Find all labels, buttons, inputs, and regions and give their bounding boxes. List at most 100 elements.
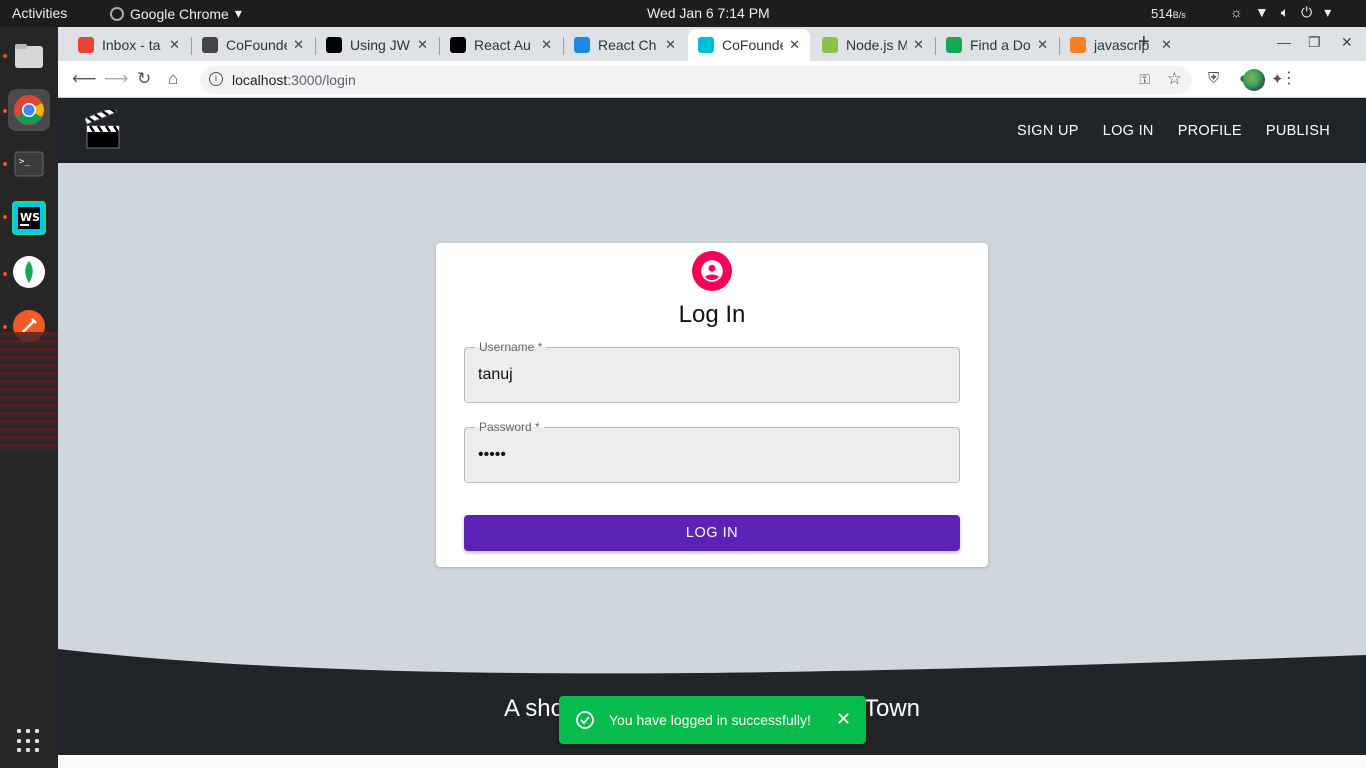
tab-label: CoFounde <box>722 37 784 53</box>
running-indicator <box>3 162 7 166</box>
close-icon[interactable]: ✕ <box>836 709 851 730</box>
minimize-button[interactable]: — <box>1277 34 1291 50</box>
nav-publish-link[interactable]: PUBLISH <box>1266 123 1330 139</box>
tab-close-icon[interactable]: ✕ <box>1161 37 1172 53</box>
app-navbar: SIGN UP LOG IN PROFILE PUBLISH <box>58 98 1366 163</box>
tab-label: React Au <box>474 37 531 53</box>
stackoverflow-icon <box>1070 37 1086 53</box>
react-icon <box>698 37 714 53</box>
terminal-icon[interactable]: >_ <box>8 143 50 185</box>
site-info-icon[interactable]: i <box>209 72 223 86</box>
url-text[interactable]: localhost:3000/login <box>232 72 356 88</box>
browser-tab[interactable]: Find a Do ✕ <box>936 29 1058 61</box>
tab-close-icon[interactable]: ✕ <box>665 37 676 53</box>
browser-tab[interactable]: javascrip ✕ <box>1060 29 1182 61</box>
medium-icon <box>450 37 466 53</box>
restore-button[interactable]: ❐ <box>1308 34 1321 51</box>
nav-login-link[interactable]: LOG IN <box>1103 123 1154 139</box>
net-speed: 514B/s <box>1151 6 1186 21</box>
login-card: Log In Username * Password * LOG IN <box>436 243 988 567</box>
chrome-icon[interactable] <box>8 89 50 131</box>
tab-close-icon[interactable]: ✕ <box>789 37 800 53</box>
browser-tab[interactable]: React Ch ✕ <box>564 29 686 61</box>
avatar <box>692 251 732 291</box>
running-indicator <box>3 109 7 113</box>
shield-extension-icon[interactable]: ⛨ <box>1208 70 1219 87</box>
username-label: Username * <box>475 340 547 354</box>
nav-signup-link[interactable]: SIGN UP <box>1017 123 1079 139</box>
caret-down-icon: ▾ <box>234 5 242 21</box>
tab-close-icon[interactable]: ✕ <box>1037 37 1048 53</box>
browser-tab[interactable]: CoFounde ✕ <box>688 29 810 61</box>
running-indicator <box>3 325 7 329</box>
svg-text:>_: >_ <box>19 157 30 167</box>
show-applications-icon[interactable] <box>17 729 41 753</box>
browser-tab[interactable]: Using JW ✕ <box>316 29 438 61</box>
check-circle-icon <box>576 711 594 729</box>
bookmark-star-icon[interactable]: ☆ <box>1167 69 1182 89</box>
page-title: Log In <box>678 301 746 328</box>
power-icon: ⏻ <box>1301 4 1313 20</box>
nav-profile-link[interactable]: PROFILE <box>1178 123 1242 139</box>
browser-tab[interactable]: Node.js M ✕ <box>812 29 934 61</box>
chevron-down-icon: ▾ <box>1324 4 1332 20</box>
close-window-button[interactable]: ✕ <box>1341 34 1353 51</box>
home-button[interactable]: ⌂ <box>168 69 178 89</box>
tab-separator <box>191 37 192 55</box>
username-field[interactable]: Username * <box>464 340 960 403</box>
tab-close-icon[interactable]: ✕ <box>913 37 924 53</box>
w3-icon <box>822 37 838 53</box>
browser-tab[interactable]: CoFounde ✕ <box>192 29 314 61</box>
webstorm-icon[interactable]: WS <box>8 197 50 239</box>
clock[interactable]: Wed Jan 6 7:14 PM <box>647 5 770 21</box>
mui-icon <box>574 37 590 53</box>
browser-toolbar: ⟵ ⟶ ↻ ⌂ i localhost:3000/login ⚿ ☆ ⛨ ● ✦ <box>58 61 1366 98</box>
tab-separator <box>1059 37 1060 55</box>
files-icon[interactable] <box>8 35 50 77</box>
person-icon <box>701 260 723 282</box>
svg-text:WS: WS <box>20 211 40 224</box>
key-icon[interactable]: ⚿ <box>1139 71 1150 88</box>
success-toast[interactable]: You have logged in successfully! ✕ <box>559 696 866 744</box>
profile-avatar[interactable] <box>1243 69 1265 91</box>
password-input[interactable] <box>478 446 938 464</box>
tab-label: Node.js M <box>846 37 908 53</box>
page-bottom-strip <box>58 755 1366 768</box>
tab-label: Inbox - ta <box>102 37 161 53</box>
browser-tab[interactable]: React Au ✕ <box>440 29 562 61</box>
globe-icon <box>202 37 218 53</box>
tab-separator <box>563 37 564 55</box>
tab-close-icon[interactable]: ✕ <box>417 37 428 53</box>
chrome-menu-icon[interactable]: ⋮ <box>1281 68 1297 88</box>
running-indicator <box>3 272 7 276</box>
browser-tab[interactable]: Inbox - ta ✕ <box>68 29 190 61</box>
reload-button[interactable]: ↻ <box>137 69 151 89</box>
medium-icon <box>326 37 342 53</box>
forward-button[interactable]: ⟶ <box>104 69 128 89</box>
tab-label: Find a Do <box>970 37 1031 53</box>
tab-close-icon[interactable]: ✕ <box>293 37 304 53</box>
tab-close-icon[interactable]: ✕ <box>541 37 552 53</box>
web-page: SIGN UP LOG IN PROFILE PUBLISH Log In Us… <box>58 98 1366 768</box>
nav-links: SIGN UP LOG IN PROFILE PUBLISH <box>1017 123 1330 139</box>
gmail-icon <box>78 37 94 53</box>
tab-separator <box>935 37 936 55</box>
app-menu[interactable]: Google Chrome ▾ <box>110 5 242 22</box>
username-input[interactable] <box>478 366 938 384</box>
new-tab-button[interactable]: + <box>1138 31 1150 54</box>
dock-artifact <box>0 332 58 452</box>
password-field[interactable]: Password * <box>464 420 960 483</box>
login-button[interactable]: LOG IN <box>464 515 960 551</box>
system-tray[interactable]: ☼ ▼ 🔈︎ ⏻ ▾ <box>1230 4 1331 21</box>
back-button[interactable]: ⟵ <box>72 69 96 89</box>
activities-button[interactable]: Activities <box>12 5 67 21</box>
tab-close-icon[interactable]: ✕ <box>169 37 180 53</box>
mongodb-compass-icon[interactable] <box>8 251 50 293</box>
tab-label: CoFounde <box>226 37 288 53</box>
address-bar[interactable]: i localhost:3000/login ⚿ ☆ <box>200 66 1192 94</box>
mongodb-icon <box>946 37 962 53</box>
toast-message: You have logged in successfully! <box>609 712 811 728</box>
wifi-icon: ▼ <box>1254 4 1269 20</box>
volume-icon: 🔈︎ <box>1280 4 1290 20</box>
clapperboard-logo-icon[interactable] <box>85 110 121 150</box>
